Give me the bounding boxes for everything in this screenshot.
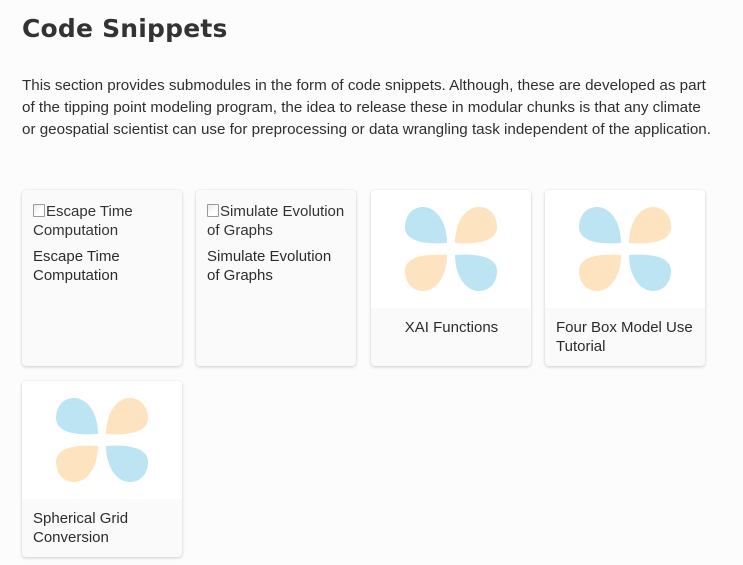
broken-image-placeholder: Escape Time Computation — [22, 190, 182, 240]
card-title[interactable]: Simulate Evolution of Graphs — [196, 247, 356, 285]
card-title[interactable]: Escape Time Computation — [22, 247, 182, 285]
intro-paragraph: This section provides submodules in the … — [22, 77, 711, 138]
card-four-box-model-use-tutorial[interactable]: Four Box Model Use Tutorial — [545, 190, 705, 366]
card-image — [22, 381, 182, 499]
page: Code Snippets This section provides subm… — [0, 0, 743, 565]
card-spherical-grid-conversion[interactable]: Spherical Grid Conversion — [22, 381, 182, 557]
card-title[interactable]: Four Box Model Use Tutorial — [545, 308, 705, 356]
card-title[interactable]: Spherical Grid Conversion — [22, 499, 182, 547]
card-image — [371, 190, 531, 308]
card-simulate-evolution-of-graphs[interactable]: Simulate Evolution of Graphs Simulate Ev… — [196, 190, 356, 366]
card-xai-functions[interactable]: XAI Functions — [371, 190, 531, 366]
broken-image-placeholder: Simulate Evolution of Graphs — [196, 190, 356, 240]
image-alt-text: Simulate Evolution of Graphs — [207, 203, 345, 239]
card-title[interactable]: XAI Functions — [371, 308, 531, 337]
broken-image-icon — [33, 204, 45, 217]
clover-logo-icon — [56, 398, 148, 482]
image-alt-text: Escape Time Computation — [33, 203, 133, 239]
card-image — [545, 190, 705, 308]
card-escape-time-computation[interactable]: Escape Time Computation Escape Time Comp… — [22, 190, 182, 366]
clover-logo-icon — [579, 207, 671, 291]
clover-logo-icon — [405, 207, 497, 291]
broken-image-icon — [207, 204, 219, 217]
page-title: Code Snippets — [22, 14, 228, 43]
